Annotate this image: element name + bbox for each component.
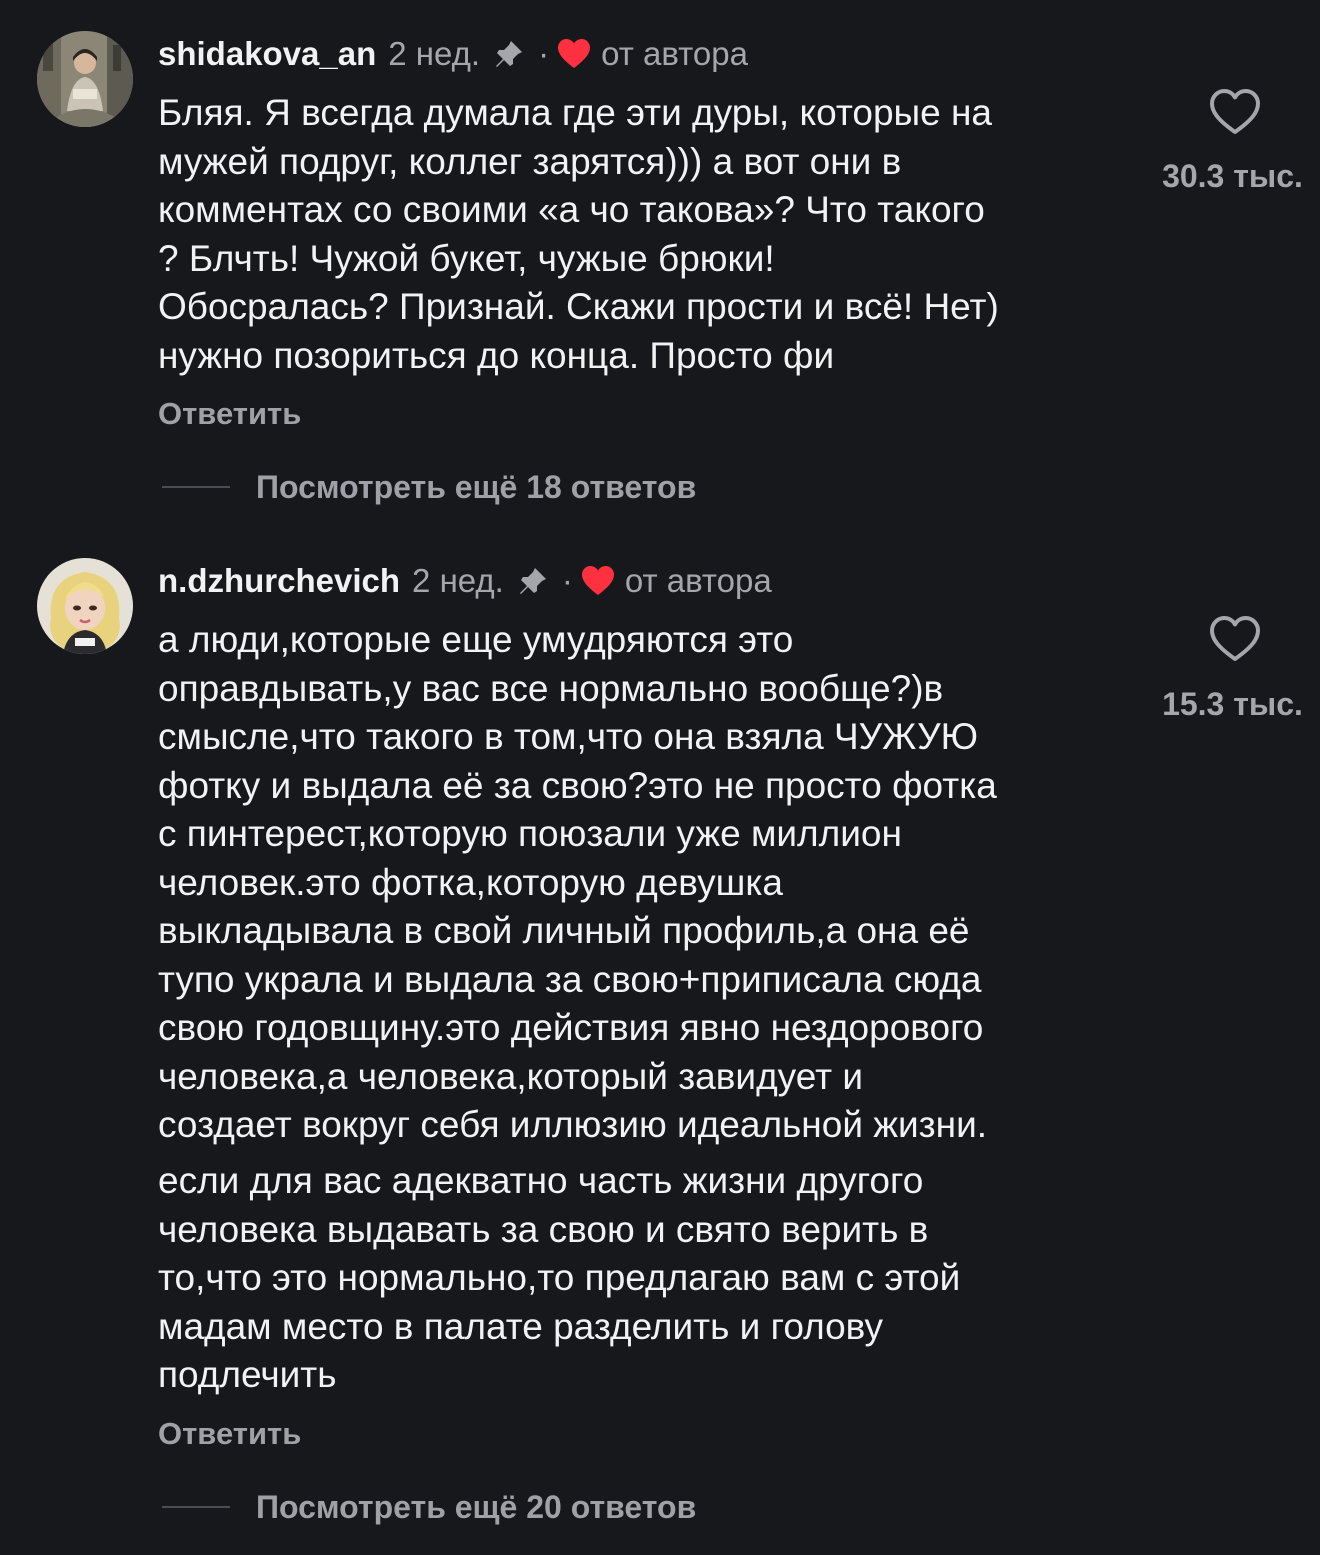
comment-line: мадам место в палате разделить и голову [158, 1305, 884, 1347]
avatar-blonde-cartoon-icon[interactable] [37, 558, 133, 654]
comment-line: если для вас адекватно часть жизни друго… [158, 1160, 924, 1201]
timestamp: 2 нед. [412, 562, 504, 599]
like-count: 15.3 тыс. [1162, 686, 1303, 722]
comment-line: подлечить [158, 1354, 337, 1395]
author-liked-label: от автора [624, 562, 772, 599]
comment-text: а люди,которые еще умудряются это оправд… [158, 616, 1168, 1150]
comment-line: человек.это фотка,которую девушка [158, 861, 783, 903]
comment-2: n.dzhurchevich 2 нед. · от автора а люди… [0, 0, 1320, 1555]
comment-header: n.dzhurchevich 2 нед. · от автора [158, 556, 772, 606]
reply-button[interactable]: Ответить [158, 1416, 301, 1452]
comment-line: человека,а человека,который завидует и [158, 1055, 864, 1097]
comment-line: создает вокруг себя иллюзию идеальной жи… [158, 1104, 988, 1145]
comment-line: с пинтерест,которую поюзали уже миллион [158, 813, 902, 854]
pin-icon [516, 564, 550, 598]
separator-dot: · [561, 562, 573, 599]
view-replies-button[interactable]: Посмотреть ещё 20 ответов [162, 1487, 696, 1527]
comment-line: тупо украла и выдала за свою+приписала с… [158, 958, 982, 1000]
comment-line: то,что это нормально,то предлагаю вам с … [158, 1257, 961, 1298]
comment-line: фотку и выдала её за свою?это не просто … [158, 764, 997, 806]
like-heart-icon[interactable] [1208, 614, 1262, 664]
comment-text-paragraph-2: если для вас адекватно часть жизни друго… [158, 1157, 1168, 1400]
comment-line: оправдывать,у вас все нормально вообще?)… [158, 667, 944, 709]
view-replies-label: Посмотреть ещё 20 ответов [256, 1488, 697, 1525]
comment-line: смысле,что такого в том,что она взяла ЧУ… [158, 716, 978, 757]
comment-line: выкладывала в свой личный профиль,а она … [158, 910, 970, 951]
comment-line: а люди,которые еще умудряются это [158, 619, 794, 660]
heart-red-icon [581, 565, 615, 597]
username[interactable]: n.dzhurchevich [158, 562, 400, 600]
comment-line: свою годовщину.это действия явно нездоро… [158, 1007, 984, 1048]
comment-line: человека выдавать за свою и свято верить… [158, 1208, 929, 1250]
divider-line [162, 1506, 230, 1508]
